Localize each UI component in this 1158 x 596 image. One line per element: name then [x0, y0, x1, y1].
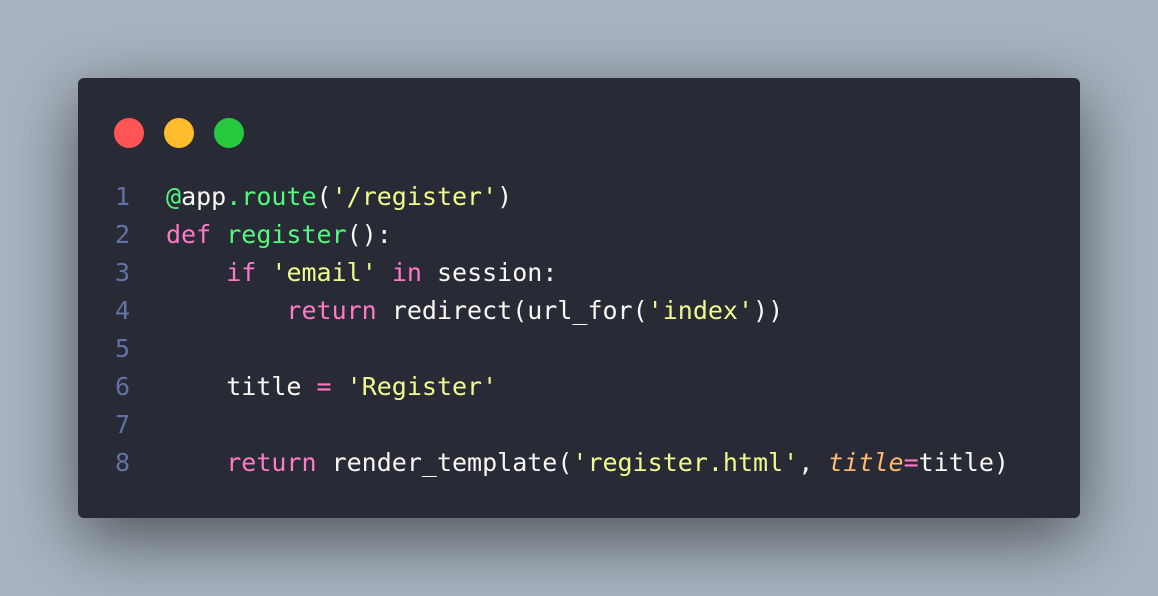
code-token: title — [166, 372, 317, 401]
code-token: @ — [166, 182, 182, 211]
code-token: )) — [753, 296, 784, 325]
code-line: 1 @app.route('/register') — [78, 178, 1080, 216]
line-number: 2 — [115, 220, 131, 249]
code-token: , — [798, 448, 829, 477]
line-number: 4 — [115, 296, 131, 325]
code-line: 4 return redirect(url_for('index')) — [78, 292, 1080, 330]
code-line: 7 — [78, 406, 1080, 444]
code-token: app — [181, 182, 227, 211]
code-line: 3 if 'email' in session: — [78, 254, 1080, 292]
code-token: ) — [497, 182, 513, 211]
line-number: 1 — [115, 182, 131, 211]
minimize-dot — [164, 118, 194, 148]
code-line: 6 title = 'Register' — [78, 368, 1080, 406]
code-line: 2 def register(): — [78, 216, 1080, 254]
line-number: 5 — [115, 334, 131, 363]
code-token: = — [903, 448, 919, 477]
code-token: title — [828, 448, 904, 477]
maximize-dot — [214, 118, 244, 148]
code-token: 'Register' — [346, 372, 498, 401]
code-token: 'register.html' — [572, 448, 799, 477]
code-token: (): — [346, 220, 392, 249]
line-source: title = 'Register' — [166, 368, 497, 406]
line-number: 6 — [115, 372, 131, 401]
code-token: redirect(url_for( — [376, 296, 648, 325]
code-token: in — [391, 258, 422, 287]
code-line: 8 return render_template('register.html'… — [78, 444, 1080, 482]
code-token: 'email' — [271, 258, 377, 287]
code-window: 1 @app.route('/register') 2 def register():… — [78, 78, 1080, 518]
line-number: 7 — [115, 410, 131, 439]
code-token: return — [286, 296, 377, 325]
code-token: '/register' — [331, 182, 498, 211]
line-number: 8 — [115, 448, 131, 477]
line-source: return redirect(url_for('index')) — [166, 292, 783, 330]
code-token: def — [166, 220, 212, 249]
code-token: = — [316, 372, 332, 401]
line-source: return render_template('register.html', … — [166, 444, 1009, 482]
code-token: 'index' — [647, 296, 754, 325]
close-dot — [114, 118, 144, 148]
window-controls — [114, 118, 244, 148]
page-background: { "window": { "controls": [ {"name": "cl… — [0, 0, 1158, 596]
code-block: 1 @app.route('/register') 2 def register():… — [78, 178, 1080, 482]
line-source: @app.route('/register') — [166, 178, 512, 216]
line-number: 3 — [115, 258, 131, 287]
code-token: render_template( — [316, 448, 573, 477]
code-token: ( — [316, 182, 332, 211]
code-token: return — [226, 448, 317, 477]
code-token: register — [226, 220, 347, 249]
code-token: title) — [918, 448, 1009, 477]
code-token: session: — [421, 258, 558, 287]
code-token: .route — [226, 182, 317, 211]
code-line: 5 — [78, 330, 1080, 368]
line-source: def register(): — [166, 216, 392, 254]
line-source: if 'email' in session: — [166, 254, 557, 292]
code-token: if — [226, 258, 257, 287]
